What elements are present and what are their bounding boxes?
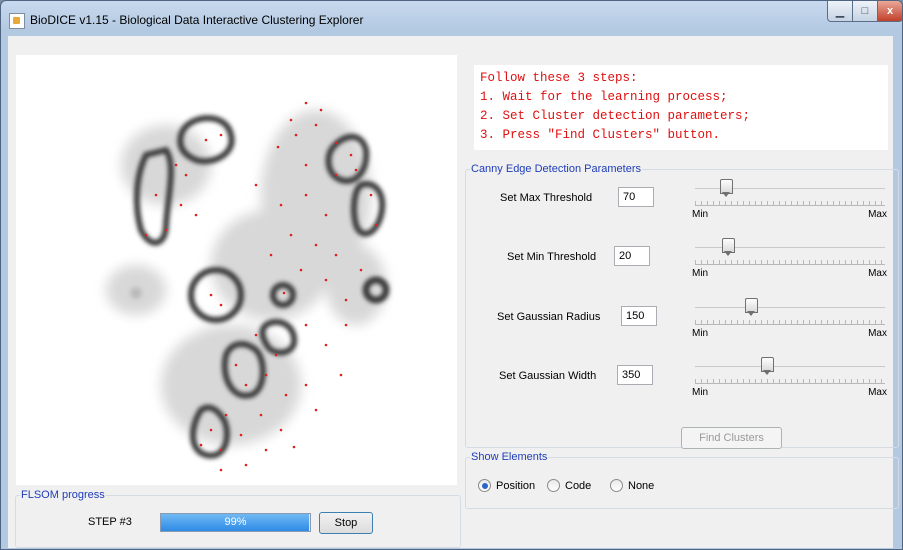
gaussian-width-slider[interactable]: Min Max bbox=[692, 357, 887, 398]
max-threshold-field[interactable]: 70 bbox=[618, 187, 654, 207]
min-threshold-field[interactable]: 20 bbox=[614, 246, 650, 266]
slider-thumb[interactable] bbox=[761, 357, 774, 375]
gaussian-radius-field[interactable]: 150 bbox=[621, 306, 657, 326]
show-elements-legend: Show Elements bbox=[471, 451, 548, 463]
maximize-button[interactable]: □ bbox=[852, 1, 878, 22]
instruction-line: 3. Press "Find Clusters" button. bbox=[480, 128, 721, 142]
max-threshold-slider[interactable]: Min Max bbox=[692, 179, 887, 220]
slider-max-label: Max bbox=[868, 328, 887, 339]
radio-position[interactable]: Position bbox=[478, 479, 535, 492]
progress-label: 99% bbox=[224, 516, 247, 528]
gaussian-radius-label: Set Gaussian Radius bbox=[497, 311, 601, 323]
gaussian-width-field[interactable]: 350 bbox=[617, 365, 653, 385]
instruction-line: Follow these 3 steps: bbox=[480, 71, 638, 85]
instruction-line: 2. Set Cluster detection parameters; bbox=[480, 109, 751, 123]
progress-bar: 99% bbox=[160, 513, 311, 532]
app-icon bbox=[9, 13, 25, 29]
canny-legend: Canny Edge Detection Parameters bbox=[471, 163, 641, 175]
close-button[interactable]: x bbox=[877, 1, 902, 22]
stop-button[interactable]: Stop bbox=[319, 512, 373, 534]
gaussian-width-label: Set Gaussian Width bbox=[499, 370, 597, 382]
slider-min-label: Min bbox=[692, 209, 709, 220]
cluster-canvas[interactable] bbox=[16, 55, 457, 485]
min-threshold-label: Set Min Threshold bbox=[507, 251, 597, 263]
instructions-panel: Follow these 3 steps: 1. Wait for the le… bbox=[474, 65, 888, 150]
radio-indicator[interactable] bbox=[478, 479, 491, 492]
find-clusters-button[interactable]: Find Clusters bbox=[681, 427, 782, 449]
slider-thumb[interactable] bbox=[722, 238, 735, 256]
radio-indicator[interactable] bbox=[610, 479, 623, 492]
step-label: STEP #3 bbox=[88, 516, 132, 528]
slider-max-label: Max bbox=[868, 387, 887, 398]
slider-min-label: Min bbox=[692, 387, 709, 398]
max-threshold-label: Set Max Threshold bbox=[500, 192, 593, 204]
minimize-button[interactable]: ▁ bbox=[827, 1, 853, 22]
radio-none[interactable]: None bbox=[610, 479, 654, 492]
slider-max-label: Max bbox=[868, 209, 887, 220]
flsom-legend: FLSOM progress bbox=[21, 489, 105, 501]
slider-min-label: Min bbox=[692, 268, 709, 279]
title-bar[interactable]: BioDICE v1.15 - Biological Data Interact… bbox=[1, 1, 902, 37]
gaussian-radius-slider[interactable]: Min Max bbox=[692, 298, 887, 339]
slider-thumb[interactable] bbox=[745, 298, 758, 316]
slider-min-label: Min bbox=[692, 328, 709, 339]
radio-code[interactable]: Code bbox=[547, 479, 591, 492]
min-threshold-slider[interactable]: Min Max bbox=[692, 238, 887, 279]
slider-thumb[interactable] bbox=[720, 179, 733, 197]
instruction-line: 1. Wait for the learning process; bbox=[480, 90, 728, 104]
cluster-map bbox=[106, 101, 390, 472]
slider-max-label: Max bbox=[868, 268, 887, 279]
window-title: BioDICE v1.15 - Biological Data Interact… bbox=[30, 13, 364, 27]
radio-indicator[interactable] bbox=[547, 479, 560, 492]
